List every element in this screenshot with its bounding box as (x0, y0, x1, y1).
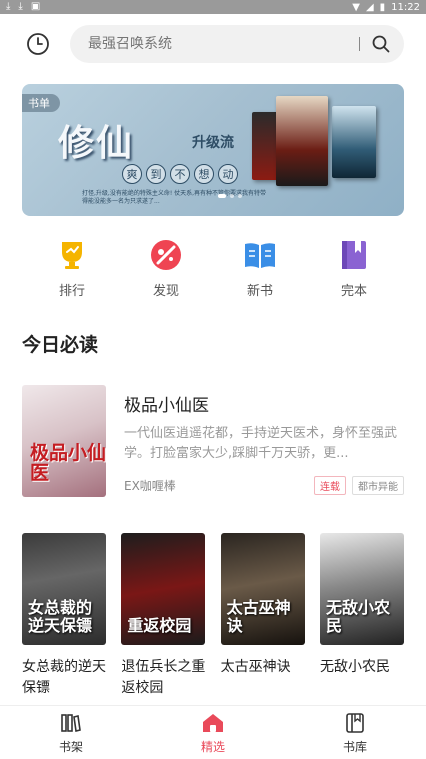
category-label: 排行 (58, 284, 85, 299)
cover-title: 女总裁的逆天保镖 (28, 598, 93, 635)
carousel-dot (238, 194, 242, 198)
clock-icon (27, 33, 49, 55)
book-title[interactable]: 女总裁的逆天保镖 (22, 657, 106, 699)
banner-carousel[interactable]: 书单 修仙 升级流 爽 到 不 想 动 打怪,升级,没有能绝的特殊主义命! 仗天… (22, 84, 404, 216)
signal-icon: ◢ (365, 1, 374, 13)
slogan-char: 不 (170, 164, 190, 184)
category-label: 完本 (340, 284, 367, 299)
featured-book[interactable]: 极品小仙医 极品小仙医 一代仙医逍遥花都，手持逆天医术，身怀至强武学。打脸富家大… (22, 385, 404, 497)
book-title[interactable]: 极品小仙医 (124, 391, 404, 416)
bookmark-book-icon (342, 241, 366, 269)
book-grid: 女总裁的逆天保镖 女总裁的逆天保镖 重返校园 退伍兵长之重返校园 太古巫神诀 太… (22, 533, 404, 699)
book-cover[interactable]: 太古巫神诀 (220, 533, 305, 645)
banner-slogan: 爽 到 不 想 动 (122, 164, 238, 184)
category-ranking[interactable]: 排行 (38, 238, 106, 302)
carousel-indicator (218, 194, 242, 198)
book-card[interactable]: 女总裁的逆天保镖 女总裁的逆天保镖 (22, 533, 106, 699)
slogan-char: 动 (218, 164, 238, 184)
category-discover[interactable]: 发现 (132, 238, 200, 302)
slogan-char: 想 (194, 164, 214, 184)
banner-book-covers (252, 94, 382, 194)
search-input[interactable] (88, 36, 347, 52)
banner-subtitle: 升级流 (192, 135, 234, 151)
book-cover[interactable]: 无敌小农民 (319, 533, 404, 645)
library-icon (346, 712, 364, 733)
featured-info: 极品小仙医 一代仙医逍遥花都，手持逆天医术，身怀至强武学。打脸富家大少,踩脚千万… (106, 385, 404, 497)
banner-book-cover (332, 106, 376, 178)
search-bar[interactable] (70, 25, 404, 63)
bottom-tab-bar: 书架 精选 书库 (0, 705, 426, 759)
status-badge: 连载 (314, 476, 346, 495)
carousel-dot (218, 194, 226, 198)
genre-badge: 都市异能 (352, 476, 404, 495)
book-description: 一代仙医逍遥花都，手持逆天医术，身怀至强武学。打脸富家大少,踩脚千万天骄，更..… (124, 426, 398, 461)
book-title[interactable]: 退伍兵长之重返校园 (121, 657, 205, 699)
tab-bookshelf[interactable]: 书架 (0, 706, 142, 759)
cover-title: 重返校园 (127, 616, 192, 635)
bookshelf-icon (61, 713, 81, 732)
tab-label: 书架 (58, 739, 83, 754)
status-bar: ⤓ ⤓ ▣ ▼ ◢ ▮ 11:22 (0, 0, 426, 14)
discover-icon (151, 240, 181, 270)
book-author: EX咖喱棒 (124, 479, 176, 493)
banner-title: 修仙 (58, 122, 135, 164)
search-divider (359, 37, 360, 51)
status-time: 11:22 (391, 1, 420, 13)
tab-label: 书库 (342, 739, 367, 754)
book-cover[interactable]: 女总裁的逆天保镖 (22, 533, 106, 645)
download-icon: ⤓ (18, 1, 23, 12)
book-card[interactable]: 无敌小农民 无敌小农民 (319, 533, 404, 699)
category-finished[interactable]: 完本 (320, 238, 388, 302)
tab-library[interactable]: 书库 (284, 706, 426, 759)
history-button[interactable] (24, 30, 52, 58)
open-book-icon (245, 243, 275, 268)
book-cover[interactable]: 极品小仙医 (22, 385, 106, 497)
category-label: 新书 (246, 284, 273, 299)
category-new-books[interactable]: 新书 (226, 238, 294, 302)
slogan-char: 到 (146, 164, 166, 184)
wifi-icon: ▼ (352, 1, 360, 13)
banner-tag: 书单 (22, 94, 60, 112)
banner-description: 打怪,升级,没有能绝的特殊主义命! 仗天系,再有种不管你要求我有特带得能没能多一… (82, 190, 267, 205)
download-icon: ⤓ (6, 1, 11, 12)
book-meta: EX咖喱棒 连载 都市异能 (124, 476, 404, 495)
book-title[interactable]: 无敌小农民 (320, 657, 404, 678)
home-icon (203, 713, 223, 732)
slogan-char: 爽 (122, 164, 142, 184)
notification-icon: ▣ (30, 1, 41, 12)
cover-title: 极品小仙医 (30, 442, 106, 484)
search-icon[interactable] (372, 35, 390, 53)
header (0, 14, 426, 74)
tab-label: 精选 (200, 739, 225, 754)
book-cover[interactable]: 重返校园 (121, 533, 206, 645)
banner-book-cover (276, 96, 328, 186)
cover-title: 太古巫神诀 (226, 598, 291, 635)
section-title: 今日必读 (22, 334, 99, 356)
book-card[interactable]: 太古巫神诀 太古巫神诀 (220, 533, 305, 699)
trophy-icon (62, 242, 82, 269)
battery-icon: ▮ (379, 1, 386, 13)
category-label: 发现 (152, 284, 179, 299)
cover-title: 无敌小农民 (325, 598, 390, 635)
carousel-dot (230, 194, 234, 198)
category-nav: 排行 发现 新书 完本 (0, 216, 426, 302)
book-card[interactable]: 重返校园 退伍兵长之重返校园 (121, 533, 206, 699)
book-title[interactable]: 太古巫神诀 (221, 657, 305, 678)
tab-featured[interactable]: 精选 (142, 706, 284, 759)
